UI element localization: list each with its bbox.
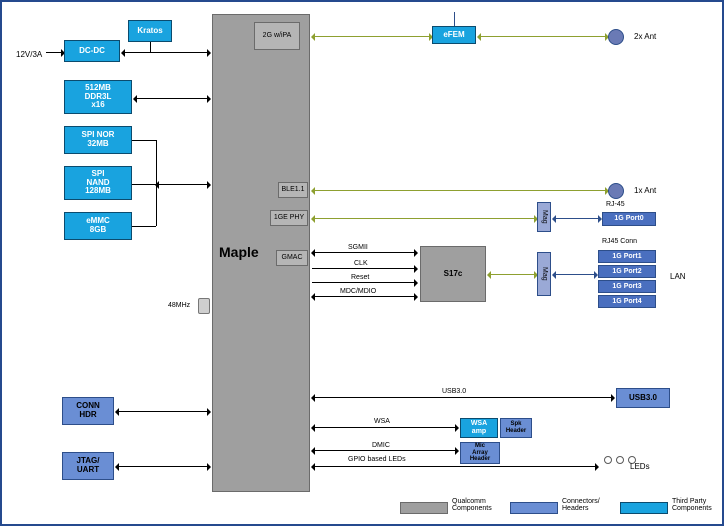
label-48mhz: 48MHz xyxy=(168,302,190,309)
label-lan: LAN xyxy=(670,272,686,281)
port-1g-3: 1G Port3 xyxy=(598,280,656,293)
soc-label: Maple xyxy=(219,245,259,260)
block-efem: eFEM xyxy=(432,26,476,44)
port-1g-0: 1G Port0 xyxy=(602,212,656,226)
block-2g-ipa: 2G w/iPA xyxy=(254,22,300,50)
legend-swatch-qualcomm xyxy=(400,502,448,514)
block-usb3: USB3.0 xyxy=(616,388,670,408)
block-ddr3l: 512MB DDR3L x16 xyxy=(64,80,132,114)
label-rj45: RJ-45 xyxy=(606,201,625,208)
block-gmac: GMAC xyxy=(276,250,308,266)
conn-48mhz-crystal xyxy=(198,298,210,314)
antenna-2x-dot xyxy=(608,29,624,45)
block-spk-header: Spk Header xyxy=(500,418,532,438)
legend-swatch-thirdparty xyxy=(620,502,668,514)
port-1g-1: 1G Port1 xyxy=(598,250,656,263)
block-wsa-amp: WSA amp xyxy=(460,418,498,438)
block-1ge-phy: 1GE PHY xyxy=(270,210,308,226)
block-mic-header: Mic Array Header xyxy=(460,442,500,464)
label-usb-bus: USB3.0 xyxy=(442,388,466,395)
block-s17c: S17c xyxy=(420,246,486,302)
label-rj45-conn: RJ45 Conn xyxy=(602,238,637,245)
label-dmic-bus: DMIC xyxy=(372,442,390,449)
legend-swatch-connectors xyxy=(510,502,558,514)
label-leds: LEDs xyxy=(630,462,650,471)
label-wsa-bus: WSA xyxy=(374,418,390,425)
label-mdc-mdio: MDC/MDIO xyxy=(340,288,376,295)
label-reset: Reset xyxy=(351,274,369,281)
label-sgmii: SGMII xyxy=(348,244,368,251)
block-kratos: Kratos xyxy=(128,20,172,42)
block-dc-dc: DC-DC xyxy=(64,40,120,62)
label-gpio-leds: GPIO based LEDs xyxy=(348,456,406,463)
diagram-canvas: Maple 2G w/iPA BLE1.1 1GE PHY GMAC 12V/3… xyxy=(0,0,724,526)
block-jtag-uart: JTAG/ UART xyxy=(62,452,114,480)
block-ble: BLE1.1 xyxy=(278,182,308,198)
legend-label-qualcomm: Qualcomm Components xyxy=(452,498,492,512)
block-conn-hdr: CONN HDR xyxy=(62,397,114,425)
antenna-1x-dot xyxy=(608,183,624,199)
block-spi-nand: SPI NAND 128MB xyxy=(64,166,132,200)
label-clk: CLK xyxy=(354,260,368,267)
block-spi-nor: SPI NOR 32MB xyxy=(64,126,132,154)
legend-label-thirdparty: Third Party Components xyxy=(672,498,712,512)
port-1g-2: 1G Port2 xyxy=(598,265,656,278)
label-2x-ant: 2x Ant xyxy=(634,32,656,41)
legend-label-connectors: Connectors/ Headers xyxy=(562,498,600,512)
label-12v3a: 12V/3A xyxy=(16,50,42,59)
port-1g-4: 1G Port4 xyxy=(598,295,656,308)
label-1x-ant: 1x Ant xyxy=(634,186,656,195)
block-emmc: eMMC 8GB xyxy=(64,212,132,240)
